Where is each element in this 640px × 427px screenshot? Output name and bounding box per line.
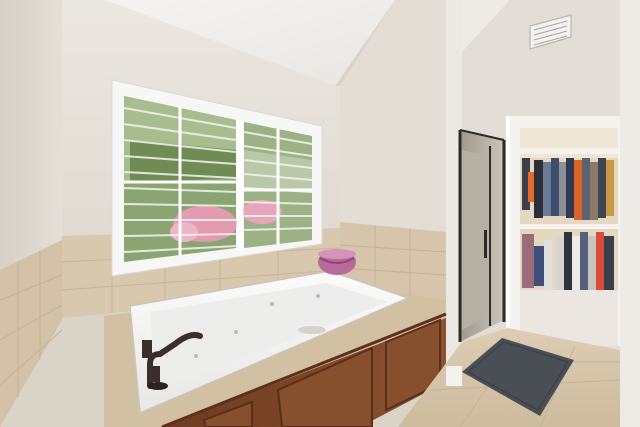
hanging-clothes-upper (522, 158, 614, 220)
bathroom-photo (0, 0, 640, 427)
tub-drain (298, 326, 326, 334)
closet-shelf (520, 148, 618, 154)
closet-doorway (506, 116, 620, 346)
shower-handle (484, 230, 487, 258)
photo-canvas (0, 0, 640, 427)
baseboard (446, 366, 462, 386)
decor-basket (318, 249, 356, 275)
right-wall (620, 0, 640, 427)
shower-enclosure (458, 129, 506, 342)
left-wall (0, 0, 62, 270)
left-wall-tile (0, 240, 63, 427)
